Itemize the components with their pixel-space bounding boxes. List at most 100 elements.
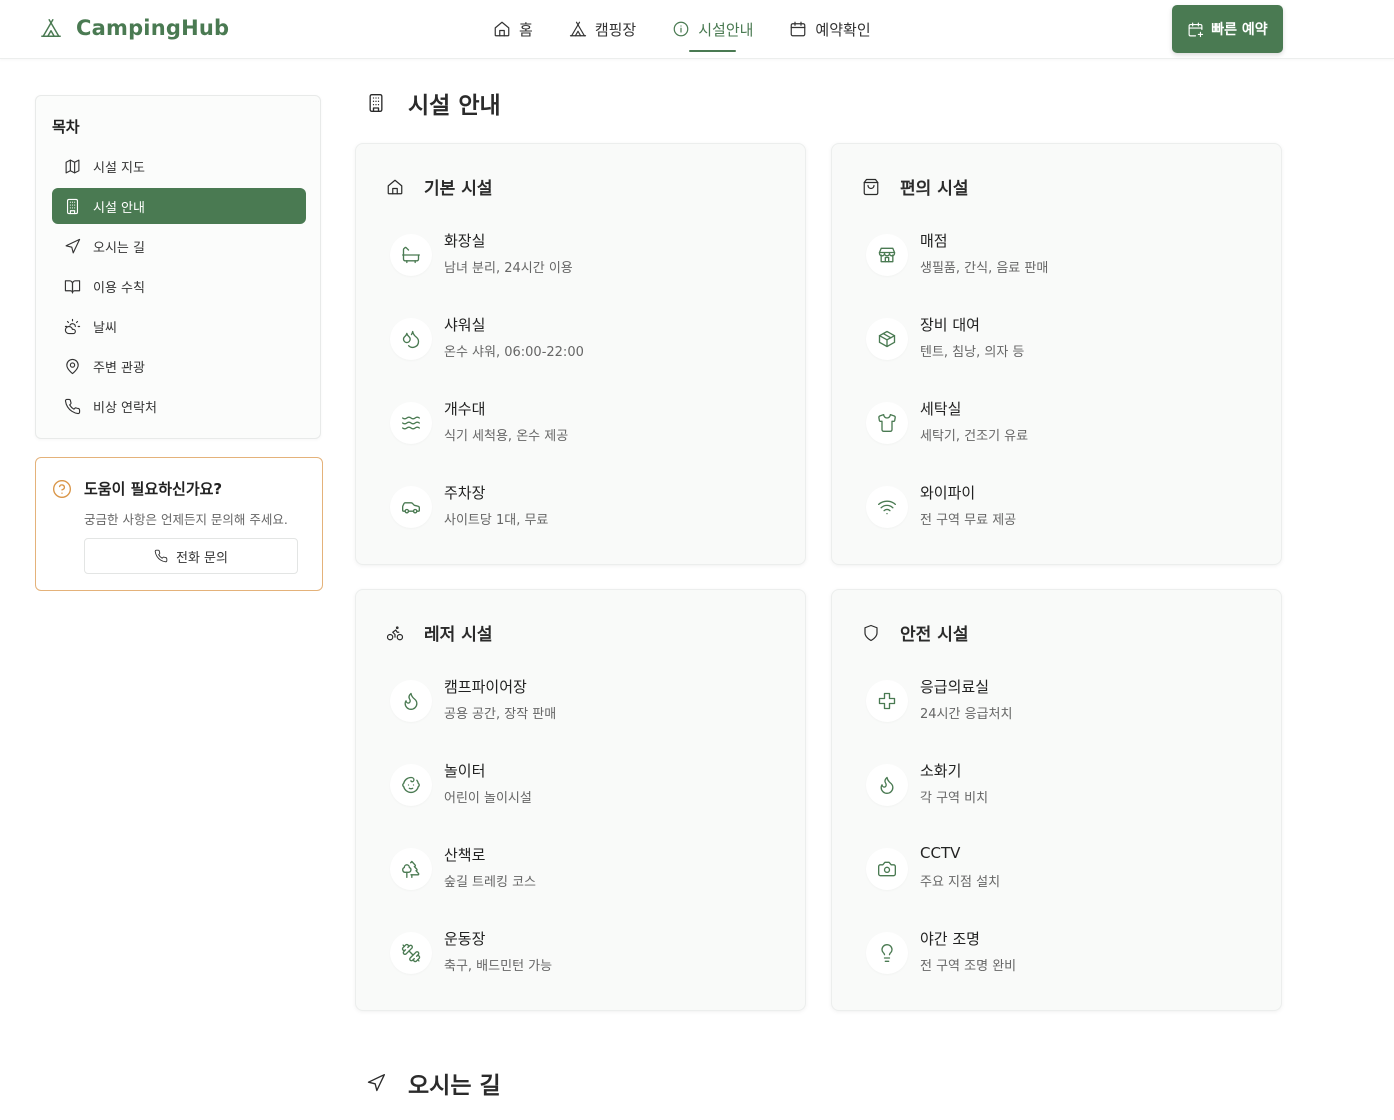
facility-name: 개수대 [444, 400, 486, 418]
facility-desc: 전 구역 무료 제공 [920, 513, 1017, 528]
bath-icon [390, 234, 432, 276]
map-pin-icon [64, 358, 81, 375]
facility-item-rental: 장비 대여 텐트, 침낭, 의자 등 [866, 314, 1266, 370]
shopping-bag-icon [862, 178, 880, 196]
toc-title: 목차 [52, 118, 80, 136]
facility-item-parking: 주차장 사이트당 1대, 무료 [390, 482, 790, 538]
top-header: CampingHub 홈 캠핑장 시설안내 예약확인 빠른 예약 [0, 0, 1394, 59]
toc-item-label: 오시는 길 [93, 240, 145, 256]
toc-item-label: 주변 관광 [93, 360, 145, 376]
building-icon [366, 93, 386, 113]
wifi-icon [866, 486, 908, 528]
facility-desc: 전 구역 조명 완비 [920, 959, 1017, 974]
facility-item-first-aid: 응급의료실 24시간 응급처치 [866, 676, 1266, 732]
toc-item-rules[interactable]: 이용 수칙 [52, 268, 306, 304]
quick-reserve-button[interactable]: 빠른 예약 [1172, 5, 1283, 53]
card-title: 안전 시설 [900, 625, 969, 645]
help-circle-icon [52, 479, 72, 499]
facility-name: 매점 [920, 232, 948, 250]
facility-name: CCTV [920, 844, 961, 862]
nav-facilities[interactable]: 시설안내 [672, 0, 753, 58]
toc-item-emergency[interactable]: 비상 연락처 [52, 388, 306, 424]
quick-reserve-label: 빠른 예약 [1211, 22, 1268, 38]
facility-desc: 식기 세척용, 온수 제공 [444, 429, 569, 444]
facility-item-sink: 개수대 식기 세척용, 온수 제공 [390, 398, 790, 454]
nav-campsites[interactable]: 캠핑장 [569, 0, 636, 58]
table-of-contents: 목차 시설 지도 시설 안내 오시는 길 이용 수칙 날씨 주변 관광 비상 연… [35, 95, 321, 439]
facility-item-campfire: 캠프파이어장 공용 공간, 장작 판매 [390, 676, 790, 732]
section-title: 오시는 길 [408, 1073, 501, 1099]
card-header: 레저 시설 [386, 620, 492, 645]
facility-item-shower: 샤워실 온수 샤워, 06:00-22:00 [390, 314, 790, 370]
facility-name: 운동장 [444, 930, 486, 948]
facility-desc: 생필품, 간식, 음료 판매 [920, 261, 1049, 276]
facility-desc: 사이트당 1대, 무료 [444, 513, 549, 528]
card-title: 기본 시설 [424, 179, 493, 199]
facility-desc: 숲길 트레킹 코스 [444, 875, 536, 890]
facility-name: 캠프파이어장 [444, 678, 527, 696]
card-header: 안전 시설 [862, 620, 968, 645]
flame-icon [390, 680, 432, 722]
toc-item-label: 이용 수칙 [93, 280, 145, 296]
facility-desc: 각 구역 비치 [920, 791, 989, 806]
navigation-icon [366, 1073, 386, 1093]
calendar-plus-icon [1187, 21, 1204, 38]
phone-icon [154, 549, 168, 563]
brand-name: CampingHub [76, 16, 230, 40]
phone-inquiry-label: 전화 문의 [176, 550, 228, 566]
nav-home[interactable]: 홈 [493, 0, 533, 58]
facility-item-lighting: 야간 조명 전 구역 조명 완비 [866, 928, 1266, 984]
card-safety-facilities: 안전 시설 응급의료실 24시간 응급처치 소화기 각 구역 비치 CCTV 주… [831, 589, 1282, 1011]
facility-name: 소화기 [920, 762, 962, 780]
help-box: 도움이 필요하신가요? 궁금한 사항은 언제든지 문의해 주세요. 전화 문의 [35, 457, 323, 591]
facility-item-laundry: 세탁실 세탁기, 건조기 유료 [866, 398, 1266, 454]
facility-name: 샤워실 [444, 316, 486, 334]
help-title: 도움이 필요하신가요? [84, 480, 223, 498]
facility-desc: 어린이 놀이시설 [444, 791, 532, 806]
baby-icon [390, 764, 432, 806]
facility-name: 주차장 [444, 484, 486, 502]
facility-desc: 온수 샤워, 06:00-22:00 [444, 345, 584, 360]
toc-item-weather[interactable]: 날씨 [52, 308, 306, 344]
lightbulb-icon [866, 932, 908, 974]
facility-desc: 축구, 배드민턴 가능 [444, 959, 553, 974]
facility-item-restroom: 화장실 남녀 분리, 24시간 이용 [390, 230, 790, 286]
home-icon [386, 178, 404, 196]
toc-item-nearby[interactable]: 주변 관광 [52, 348, 306, 384]
facility-desc: 주요 지점 설치 [920, 875, 1001, 890]
building-icon [64, 198, 81, 215]
card-header: 편의 시설 [862, 174, 968, 199]
navigation-icon [64, 238, 81, 255]
facility-desc: 세탁기, 건조기 유료 [920, 429, 1029, 444]
facility-item-wifi: 와이파이 전 구역 무료 제공 [866, 482, 1266, 538]
nav-reservations[interactable]: 예약확인 [789, 0, 871, 58]
droplets-icon [390, 318, 432, 360]
toc-item-label: 시설 지도 [93, 160, 145, 176]
shirt-icon [866, 402, 908, 444]
nav-facilities-label: 시설안내 [698, 20, 754, 39]
flame-icon [866, 764, 908, 806]
phone-icon [64, 398, 81, 415]
toc-item-facility-map[interactable]: 시설 지도 [52, 148, 306, 184]
dumbbell-icon [390, 932, 432, 974]
facility-desc: 24시간 응급처치 [920, 707, 1013, 722]
facility-desc: 공용 공간, 장작 판매 [444, 707, 557, 722]
nav-home-label: 홈 [519, 20, 533, 39]
home-icon [493, 20, 511, 38]
medical-cross-icon [866, 680, 908, 722]
facility-desc: 남녀 분리, 24시간 이용 [444, 261, 573, 276]
toc-item-directions[interactable]: 오시는 길 [52, 228, 306, 264]
facility-name: 세탁실 [920, 400, 962, 418]
section-facility-guide: 시설 안내 [366, 86, 501, 120]
bike-icon [386, 624, 404, 642]
toc-item-facility-guide[interactable]: 시설 안내 [52, 188, 306, 224]
shield-icon [862, 624, 880, 642]
brand-logo[interactable]: CampingHub [40, 16, 229, 40]
book-icon [64, 278, 81, 295]
facility-item-playground: 놀이터 어린이 놀이시설 [390, 760, 790, 816]
tent-icon [40, 17, 62, 39]
main-nav: 홈 캠핑장 시설안내 예약확인 [493, 0, 871, 58]
card-convenience-facilities: 편의 시설 매점 생필품, 간식, 음료 판매 장비 대여 텐트, 침낭, 의자… [831, 143, 1282, 565]
facility-name: 화장실 [444, 232, 486, 250]
phone-inquiry-button[interactable]: 전화 문의 [84, 538, 298, 574]
